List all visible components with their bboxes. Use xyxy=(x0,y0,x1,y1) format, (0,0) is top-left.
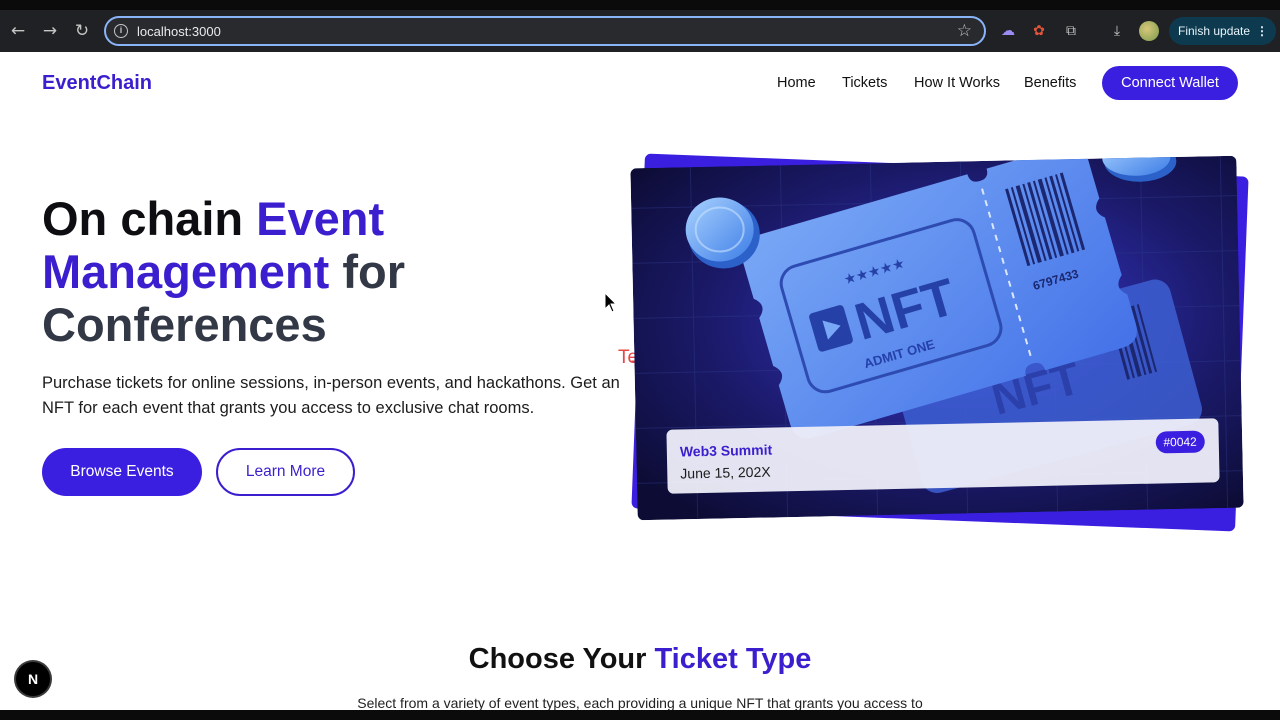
browser-toolbar: ← → ↻ i localhost:3000 ☆ ☁ ✿ ⧉ ⤓ Finish … xyxy=(0,10,1280,52)
profile-avatar[interactable] xyxy=(1139,21,1159,41)
nav-benefits[interactable]: Benefits xyxy=(1024,75,1076,91)
section-title-accent: Ticket Type xyxy=(654,643,812,675)
back-arrow-icon[interactable]: ← xyxy=(8,21,28,41)
ticket-event-name: Web3 Summit xyxy=(679,441,773,460)
hero-title-part2: for xyxy=(329,245,405,298)
ticket-info-card[interactable]: Web3 Summit June 15, 202X #0042 xyxy=(666,418,1220,494)
hero-title-part1: On chain xyxy=(42,192,257,245)
address-bar[interactable]: i localhost:3000 ☆ xyxy=(104,16,986,46)
section-title-part1: Choose Your xyxy=(468,643,655,675)
ticket-id-badge: #0042 xyxy=(1155,430,1205,454)
section-title: Choose Your Ticket Type xyxy=(0,643,1280,676)
hero-title: On chain Event Management for Conferences xyxy=(42,192,622,351)
window-bottom-edge xyxy=(0,710,1280,720)
hero-title-part3: Conferences xyxy=(42,298,327,351)
site-logo[interactable]: EventChain xyxy=(42,72,152,95)
mouse-cursor-icon xyxy=(604,292,618,313)
extension-cloud-icon[interactable]: ☁ xyxy=(998,21,1018,41)
extensions-puzzle-icon[interactable]: ⧉ xyxy=(1061,21,1081,41)
nextjs-dev-badge[interactable]: N xyxy=(16,662,50,696)
forward-arrow-icon[interactable]: → xyxy=(40,21,60,41)
nav-tickets[interactable]: Tickets xyxy=(842,75,887,91)
hero-description: Purchase tickets for online sessions, in… xyxy=(42,374,620,417)
browse-events-button[interactable]: Browse Events xyxy=(42,448,202,496)
nav-home[interactable]: Home xyxy=(777,75,816,91)
more-menu-icon[interactable]: ⋮ xyxy=(1256,17,1268,45)
site-info-icon[interactable]: i xyxy=(114,24,128,38)
bookmark-star-icon[interactable]: ☆ xyxy=(957,21,972,41)
learn-more-button[interactable]: Learn More xyxy=(216,448,355,496)
url-text[interactable]: localhost:3000 xyxy=(137,24,221,39)
section-description: Select from a variety of event types, ea… xyxy=(357,695,923,711)
finish-update-button[interactable]: Finish update ⋮ xyxy=(1169,17,1276,45)
window-top-edge xyxy=(0,0,1280,10)
ticket-event-date: June 15, 202X xyxy=(680,463,771,482)
download-icon[interactable]: ⤓ xyxy=(1107,21,1127,41)
extension-fox-icon[interactable]: ✿ xyxy=(1029,21,1049,41)
nav-how-it-works[interactable]: How It Works xyxy=(914,75,1000,91)
finish-update-label: Finish update xyxy=(1178,24,1251,38)
connect-wallet-button[interactable]: Connect Wallet xyxy=(1102,66,1238,100)
reload-icon[interactable]: ↻ xyxy=(72,21,92,41)
